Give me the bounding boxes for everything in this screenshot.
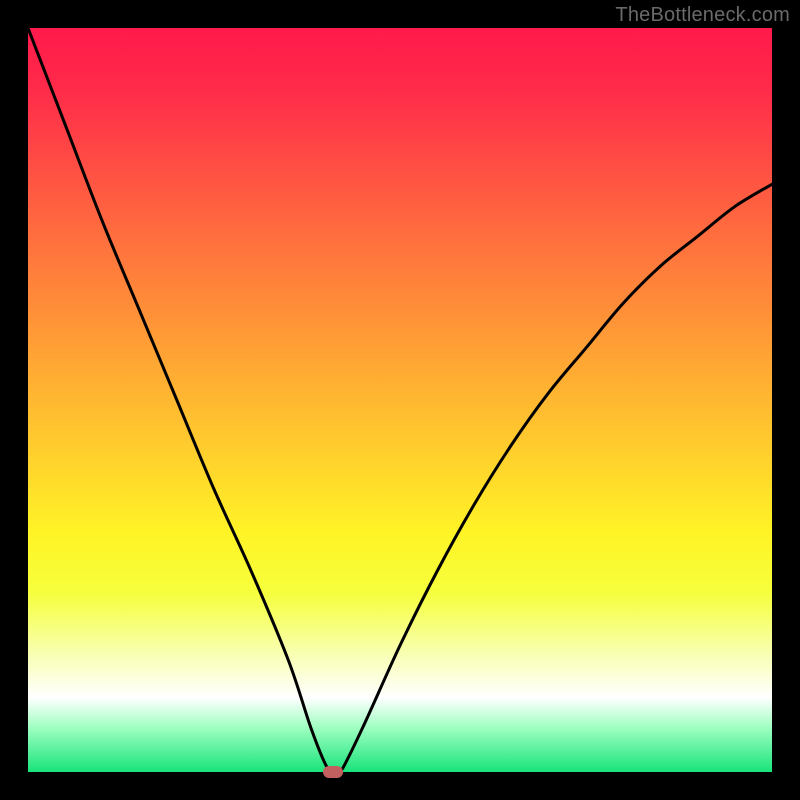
chart-plot-area (28, 28, 772, 772)
bottleneck-curve (28, 28, 772, 772)
curve-path (28, 28, 772, 772)
optimum-marker (323, 766, 343, 778)
watermark-text: TheBottleneck.com (615, 4, 790, 27)
chart-frame: TheBottleneck.com (0, 0, 800, 800)
